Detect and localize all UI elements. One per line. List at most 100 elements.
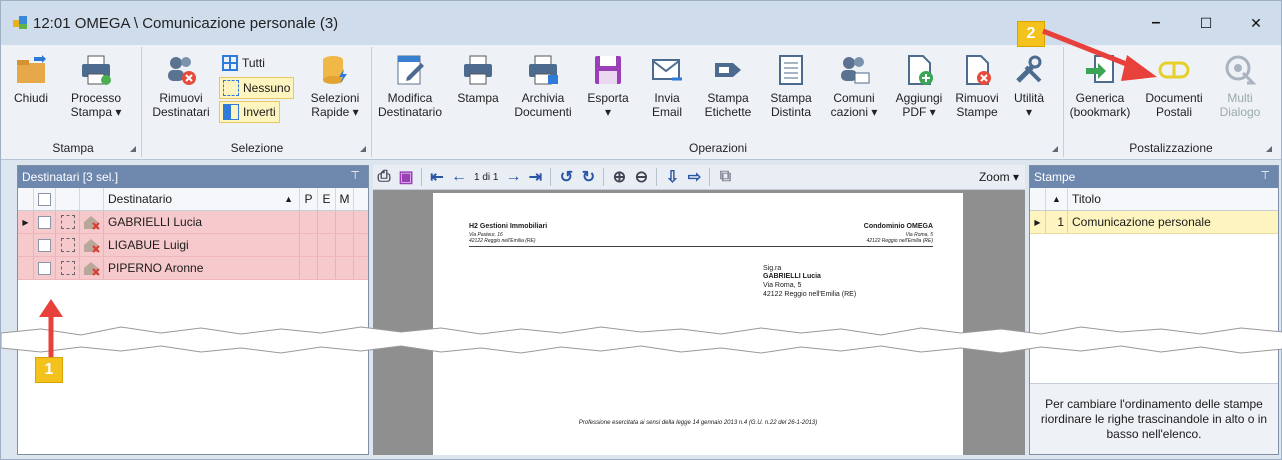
group-launcher-icon[interactable] — [1052, 146, 1058, 152]
export-page-icon[interactable]: ⇩ — [661, 166, 683, 188]
add-document-icon — [902, 53, 936, 87]
grid-all-icon — [222, 55, 238, 71]
rotate-left-icon[interactable]: ↺ — [555, 166, 577, 188]
group-launcher-icon[interactable] — [1266, 146, 1272, 152]
destinatario-cell: LIGABUE Luigi — [104, 234, 300, 256]
col-p[interactable]: P — [300, 188, 318, 210]
callout-arrow-2 — [1042, 28, 1157, 81]
window-title: 12:01 OMEGA \ Comunicazione personale (3… — [33, 14, 339, 32]
tutti-button[interactable]: Tutti — [219, 53, 268, 73]
inverti-button[interactable]: Inverti — [219, 101, 280, 123]
stampe-grid-header: ▲ Titolo — [1030, 188, 1278, 211]
col-titolo[interactable]: Titolo — [1068, 188, 1278, 210]
document-footer: Professione esercitata ai sensi della le… — [578, 420, 818, 426]
comunicazioni-button[interactable]: Comuni cazioni ▾ — [825, 53, 883, 119]
group-launcher-icon[interactable] — [360, 146, 366, 152]
house-x-icon — [80, 234, 104, 256]
col-e[interactable]: E — [318, 188, 336, 210]
zoom-dropdown[interactable]: Zoom ▾ — [979, 170, 1019, 184]
invia-email-button[interactable]: Invia Email — [645, 53, 689, 119]
house-x-icon — [80, 257, 104, 279]
esporta-button[interactable]: Esporta ▾ — [583, 53, 633, 119]
modifica-destinatario-button[interactable]: Modifica Destinatario — [375, 53, 445, 119]
condominio-name: Condominio OMEGA — [863, 223, 933, 230]
select-all-checkbox[interactable] — [38, 192, 51, 206]
zoom-out-icon[interactable]: ⊖ — [630, 166, 652, 188]
sort-up-icon: ▲ — [1046, 188, 1068, 210]
torn-edge — [1, 326, 1282, 354]
processo-stampa-button[interactable]: Processo Stampa ▾ — [61, 53, 131, 119]
chiudi-button[interactable]: Chiudi — [9, 53, 53, 105]
sort-up-icon: ▲ — [284, 194, 293, 204]
remove-document-icon — [960, 53, 994, 87]
aggiungi-pdf-button[interactable]: Aggiungi PDF ▾ — [891, 53, 947, 119]
destinatari-header: Destinatari [3 sel.] ⊤ — [18, 166, 368, 188]
print-icon[interactable]: ⎙ — [373, 166, 395, 188]
page-indicator: 1 di 1 — [474, 171, 499, 183]
rotate-right-icon[interactable]: ↻ — [577, 166, 599, 188]
zoom-in-icon[interactable]: ⊕ — [608, 166, 630, 188]
import-page-icon[interactable]: ⇨ — [683, 166, 705, 188]
recipient-salutation: Sig.ra — [763, 265, 782, 272]
group-selezione: Rimuovi Destinatari Tutti Nessuno Invert… — [143, 47, 372, 157]
close-button[interactable]: ✕ — [1231, 1, 1281, 45]
group-launcher-icon[interactable] — [130, 146, 136, 152]
list-document-icon — [774, 53, 808, 87]
nessuno-button[interactable]: Nessuno — [219, 77, 295, 99]
envelope-icon — [650, 53, 684, 87]
table-row[interactable]: PIPERNO Aronne — [18, 257, 368, 280]
label-tag-icon — [711, 53, 745, 87]
stampa-distinta-button[interactable]: Stampa Distinta — [765, 53, 817, 119]
table-row[interactable]: LIGABUE Luigi — [18, 234, 368, 257]
grid-header: Destinatario ▲ P E M — [18, 188, 368, 211]
target-icon — [1223, 53, 1257, 87]
copy-icon[interactable]: ⧉ — [714, 166, 736, 188]
printer-icon — [79, 53, 113, 87]
recipient-name: GABRIELLI Lucia — [763, 273, 821, 280]
col-m[interactable]: M — [336, 188, 354, 210]
row-indicator-icon: ▶ — [18, 211, 34, 233]
row-checkbox[interactable] — [38, 261, 51, 275]
pin-icon[interactable]: ⊤ — [1260, 169, 1270, 182]
hint-panel: Per cambiare l'ordinamento delle stampe … — [1030, 383, 1278, 454]
recipient-city: 42122 Reggio nell'Emilia (RE) — [763, 291, 857, 298]
postal-logo-icon — [1157, 53, 1191, 87]
row-checkbox[interactable] — [38, 238, 51, 252]
rimuovi-destinatari-button[interactable]: Rimuovi Destinatari — [149, 53, 213, 119]
last-page-icon[interactable]: ⇥ — [524, 166, 546, 188]
maximize-button[interactable]: ☐ — [1181, 1, 1231, 45]
condominio-city: 42122 Reggio nell'Emilia (RE) — [866, 238, 933, 244]
row-number: 1 — [1046, 211, 1068, 233]
table-row[interactable]: ▶ 1 Comunicazione personale — [1030, 211, 1278, 234]
grid-invert-icon — [223, 104, 239, 120]
stampa-etichette-button[interactable]: Stampa Etichette — [697, 53, 759, 119]
status-icon — [60, 238, 75, 252]
group-label-operazioni: Operazioni — [688, 141, 748, 155]
col-destinatario[interactable]: Destinatario ▲ — [104, 188, 300, 210]
header-divider — [469, 246, 933, 247]
first-page-icon[interactable]: ⇤ — [426, 166, 448, 188]
group-label-selezione: Selezione — [230, 141, 284, 155]
prev-page-icon[interactable]: ← — [448, 166, 470, 188]
stampa-button[interactable]: Stampa — [453, 53, 503, 105]
save-icon[interactable]: ▣ — [395, 166, 417, 188]
archivia-documenti-button[interactable]: Archivia Documenti — [511, 53, 575, 119]
pin-icon[interactable]: ⊤ — [350, 169, 360, 182]
selezioni-rapide-button[interactable]: Selezioni Rapide ▾ — [305, 53, 365, 119]
multi-dialogo-button[interactable]: Multi Dialogo — [1215, 53, 1265, 119]
table-row[interactable]: ▶ GABRIELLI Lucia — [18, 211, 368, 234]
row-checkbox[interactable] — [38, 215, 51, 229]
recipient-address: Via Roma, 5 — [763, 282, 802, 289]
status-icon — [60, 261, 75, 275]
next-page-icon[interactable]: → — [502, 166, 524, 188]
grid-none-icon — [223, 80, 239, 96]
printer-icon — [461, 53, 495, 87]
rimuovi-stampe-button[interactable]: Rimuovi Stampe — [953, 53, 1001, 119]
sender-name: H2 Gestioni Immobiliari — [469, 223, 548, 230]
stampe-header: Stampe ⊤ — [1030, 166, 1278, 188]
app-icon — [13, 16, 27, 30]
sender-city: 42122 Reggio nell'Emilia (RE) — [469, 238, 536, 244]
users-mail-icon — [837, 53, 871, 87]
group-label-postalizzazione: Postalizzazione — [1129, 141, 1213, 155]
stampe-pane: Stampe ⊤ ▲ Titolo ▶ 1 Comunicazione pers… — [1029, 165, 1279, 455]
